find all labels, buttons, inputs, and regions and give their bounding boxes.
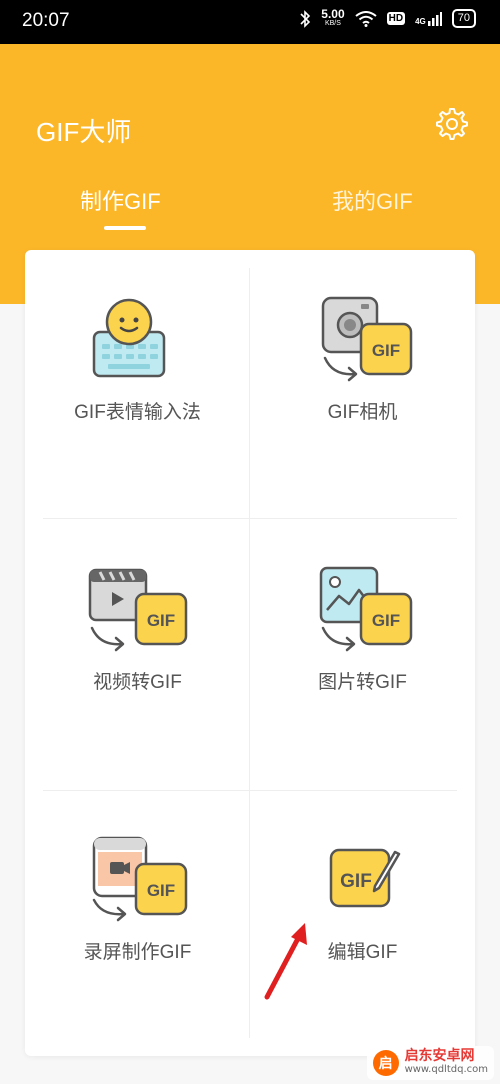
wifi-icon — [355, 10, 377, 27]
watermark: 启 启东安卓网 www.qdltdq.com — [366, 1046, 494, 1080]
watermark-title: 启东安卓网 — [404, 1048, 475, 1064]
app-title: GIF大师 — [36, 117, 132, 147]
feature-gif-emoji-keyboard[interactable]: GIF表情输入法 — [25, 250, 250, 518]
watermark-logo-icon: 启 — [372, 1050, 399, 1076]
battery-icon: 70 — [451, 9, 476, 28]
red-pointer-arrow-icon — [264, 923, 307, 1000]
gear-icon[interactable] — [434, 106, 468, 140]
status-time: 20:07 — [22, 10, 70, 31]
feature-screen-record-gif[interactable]: GIF 录屏制作GIF — [25, 790, 250, 1058]
feature-card: GIF表情输入法 GIF GIF相机 GIF 视频转GIF GIF 图片转GIF… — [25, 250, 475, 1056]
tab-make-gif[interactable]: 制作GIF — [80, 184, 161, 216]
tab-my-gif[interactable]: 我的GIF — [332, 184, 413, 216]
hd-badge: HD — [386, 12, 406, 25]
feature-label: GIF表情输入法 — [74, 402, 201, 423]
camera-gif-icon: GIF — [321, 296, 412, 382]
feature-label: 图片转GIF — [318, 672, 407, 693]
active-tab-indicator — [104, 226, 146, 230]
gif-badge-text: GIF — [340, 871, 372, 892]
edit-gif-icon: GIF — [329, 848, 400, 908]
image-to-gif-icon: GIF — [319, 566, 412, 652]
bluetooth-icon — [300, 9, 311, 28]
net-speed: 5.00 KB/S — [321, 6, 345, 27]
feature-label: GIF相机 — [327, 402, 398, 423]
status-icons: 5.00 KB/S HD 4G 70 — [299, 6, 476, 28]
screen-record-gif-icon: GIF — [92, 836, 187, 922]
gif-badge-text: GIF — [146, 881, 174, 900]
video-to-gif-icon: GIF — [88, 568, 187, 652]
feature-gif-camera[interactable]: GIF GIF相机 — [250, 250, 475, 518]
gif-badge-text: GIF — [371, 611, 399, 630]
feature-label: 视频转GIF — [93, 672, 182, 693]
emoji-keyboard-icon — [92, 298, 165, 378]
feature-label: 录屏制作GIF — [83, 942, 192, 963]
status-bar: 20:07 5.00 KB/S HD 4G 70 — [0, 0, 500, 44]
divider-horizontal — [43, 518, 457, 519]
gif-badge-text: GIF — [371, 341, 399, 360]
feature-image-to-gif[interactable]: GIF 图片转GIF — [250, 520, 475, 788]
gif-badge-text: GIF — [146, 611, 174, 630]
signal-icon: 4G — [415, 11, 442, 26]
feature-video-to-gif[interactable]: GIF 视频转GIF — [25, 520, 250, 788]
watermark-url: www.qdltdq.com — [404, 1064, 488, 1075]
